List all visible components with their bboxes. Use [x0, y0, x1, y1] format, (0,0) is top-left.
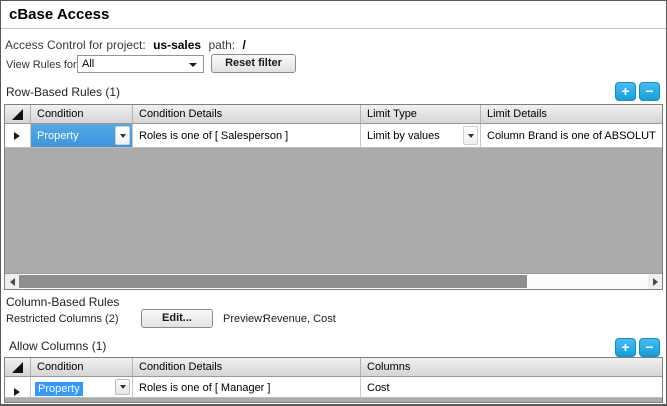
- condition-dropdown-button[interactable]: [115, 126, 130, 145]
- horizontal-scrollbar[interactable]: [5, 273, 662, 289]
- new-row-area: [5, 398, 662, 402]
- column-header-condition-details[interactable]: Condition Details: [133, 105, 361, 123]
- path-value: /: [242, 38, 246, 52]
- restricted-columns-label: Restricted Columns (2): [6, 313, 119, 325]
- arrow-left-icon: [9, 277, 15, 286]
- row-rules-table-header: Condition Condition Details Limit Type L…: [5, 105, 662, 124]
- row-rules-table: Condition Condition Details Limit Type L…: [4, 104, 663, 290]
- cbase-access-window: cBase Access Access Control for project:…: [0, 0, 667, 406]
- allow-columns-toolbar: + −: [615, 338, 660, 357]
- column-header-limit-type[interactable]: Limit Type: [361, 105, 481, 123]
- condition-details-cell[interactable]: Roles is one of [ Manager ]: [133, 377, 361, 397]
- arrow-right-icon: [652, 277, 658, 286]
- scroll-right-button[interactable]: [648, 274, 662, 289]
- row-rules-toolbar: + −: [615, 82, 660, 101]
- allow-columns-section-title: Allow Columns (1): [9, 339, 107, 353]
- table-row: Property Roles is one of [ Salesperson ]…: [5, 124, 662, 148]
- add-allow-column-button[interactable]: +: [615, 338, 636, 357]
- remove-row-rule-button[interactable]: −: [639, 82, 660, 101]
- chevron-down-icon: [119, 385, 126, 389]
- row-selector[interactable]: [5, 377, 31, 397]
- select-all-button[interactable]: [5, 105, 31, 123]
- access-control-line: Access Control for project: us-sales pat…: [5, 38, 250, 52]
- condition-combobox[interactable]: Property: [31, 124, 133, 147]
- limit-type-combobox[interactable]: Limit by values: [361, 124, 481, 147]
- preview-value: Revenue, Cost: [263, 313, 336, 325]
- condition-combobox-editing[interactable]: Property: [31, 377, 133, 397]
- allow-columns-table-header: Condition Condition Details Columns: [5, 358, 662, 377]
- page-title: cBase Access: [9, 6, 110, 23]
- scroll-left-button[interactable]: [5, 274, 19, 289]
- path-label: path:: [208, 38, 236, 52]
- empty-grid-area: [5, 148, 662, 273]
- chevron-down-icon: [467, 133, 474, 138]
- column-header-condition-details[interactable]: Condition Details: [133, 358, 361, 376]
- select-all-triangle-icon: [12, 362, 23, 373]
- project-name: us-sales: [153, 38, 202, 52]
- remove-allow-column-button[interactable]: −: [639, 338, 660, 357]
- chevron-down-icon: [189, 63, 197, 67]
- limit-type-value: Limit by values: [367, 130, 440, 142]
- allow-columns-table: Condition Condition Details Columns Prop…: [4, 357, 663, 403]
- table-row: Property Roles is one of [ Manager ] Cos…: [5, 377, 662, 398]
- edit-restricted-columns-button[interactable]: Edit...: [141, 309, 213, 328]
- select-all-triangle-icon: [12, 109, 23, 120]
- access-control-prefix: Access Control for project:: [5, 38, 146, 52]
- current-row-arrow-icon: [14, 388, 20, 396]
- view-rules-selected-value: All: [82, 58, 95, 70]
- column-header-condition[interactable]: Condition: [31, 358, 133, 376]
- condition-dropdown-button[interactable]: [115, 379, 130, 395]
- row-selector[interactable]: [5, 124, 31, 147]
- select-all-button[interactable]: [5, 358, 31, 376]
- view-rules-label: View Rules for:: [6, 59, 80, 71]
- title-separator: [1, 28, 666, 29]
- condition-details-cell[interactable]: Roles is one of [ Salesperson ]: [133, 124, 361, 147]
- scrollbar-thumb[interactable]: [19, 275, 527, 288]
- condition-value: Property: [37, 130, 79, 142]
- row-rules-section-title: Row-Based Rules (1): [6, 85, 121, 99]
- current-row-arrow-icon: [14, 132, 20, 140]
- scrollbar-track[interactable]: [19, 274, 648, 289]
- chevron-down-icon: [119, 133, 126, 138]
- condition-selected-text: Property: [35, 382, 83, 396]
- columns-cell[interactable]: Cost: [361, 377, 662, 397]
- add-row-rule-button[interactable]: +: [615, 82, 636, 101]
- column-rules-section-title: Column-Based Rules: [6, 295, 120, 309]
- view-rules-dropdown[interactable]: All: [77, 55, 204, 73]
- column-header-condition[interactable]: Condition: [31, 105, 133, 123]
- preview-label: Preview:: [223, 313, 266, 325]
- limit-details-cell[interactable]: Column Brand is one of ABSOLUT: [481, 124, 662, 147]
- column-header-limit-details[interactable]: Limit Details: [481, 105, 662, 123]
- column-header-columns[interactable]: Columns: [361, 358, 662, 376]
- limit-type-dropdown-button[interactable]: [463, 126, 478, 145]
- reset-filter-button[interactable]: Reset filter: [211, 54, 296, 73]
